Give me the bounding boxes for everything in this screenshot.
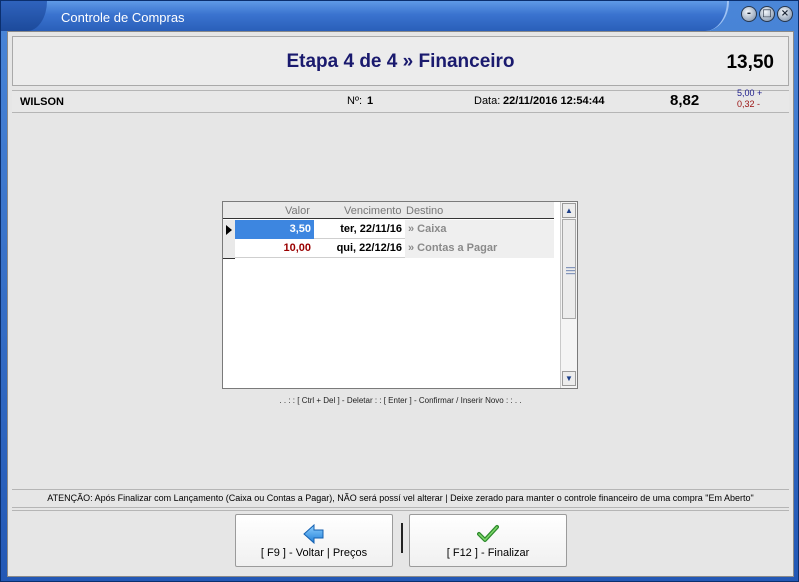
purchase-info-bar: WILSON Nº: 1 Data: 22/11/2016 12:54:44 8… (12, 88, 789, 113)
column-header-vencimento[interactable]: Vencimento (344, 205, 401, 217)
app-window: Controle de Compras - □ × Etapa 4 de 4 »… (0, 0, 799, 582)
grid-header: Valor Vencimento Destino (223, 202, 554, 219)
balance-value: 8,82 (670, 92, 700, 109)
date-label: Data: (474, 95, 501, 107)
finish-button[interactable]: [ F12 ] - Finalizar (409, 514, 567, 567)
finish-button-label: [ F12 ] - Finalizar (446, 547, 530, 559)
shortcut-hints: . . : : [ Ctrl + Del ] - Deletar : : [ E… (279, 396, 522, 405)
purchase-total: 13,50 (726, 52, 774, 73)
supplier-name: WILSON (20, 96, 64, 108)
close-button[interactable]: × (777, 6, 793, 22)
cell-valor[interactable]: 10,00 (235, 239, 314, 258)
check-icon (477, 525, 499, 542)
grip-icon: — — — (566, 262, 575, 278)
maximize-button[interactable]: □ (759, 6, 775, 22)
stage-header: Etapa 4 de 4 » Financeiro 13,50 (12, 36, 789, 86)
minus-value: 0,32 - (737, 99, 761, 109)
row-indicator (223, 239, 235, 258)
footer-actions: [ F9 ] - Voltar | Preços [ F12 ] - Final… (12, 510, 789, 572)
scroll-up-icon[interactable]: ▲ (562, 203, 576, 218)
date-value: 22/11/2016 12:54:44 (503, 95, 605, 107)
cell-destino[interactable]: » Caixa (405, 220, 554, 239)
minimize-button[interactable]: - (741, 6, 757, 22)
column-header-destino[interactable]: Destino (406, 205, 443, 217)
plus-value: 5,00 + (737, 88, 763, 98)
vertical-scrollbar[interactable]: ▲ — — — ▼ (560, 202, 577, 388)
scroll-thumb[interactable]: — — — (562, 219, 576, 319)
cell-destino[interactable]: » Contas a Pagar (405, 239, 554, 258)
button-separator (401, 523, 403, 553)
warning-message: ATENÇÃO: Após Finalizar com Lançamento (… (12, 489, 789, 508)
client-area: Etapa 4 de 4 » Financeiro 13,50 WILSON N… (7, 31, 794, 577)
stage-title: Etapa 4 de 4 » Financeiro (286, 51, 515, 72)
back-button[interactable]: [ F9 ] - Voltar | Preços (235, 514, 393, 567)
financial-grid[interactable]: Valor Vencimento Destino 3,50 ter, 22/11… (222, 201, 578, 389)
scroll-down-icon[interactable]: ▼ (562, 371, 576, 386)
cell-vencimento[interactable]: qui, 22/12/16 (314, 239, 404, 258)
title-bar[interactable]: Controle de Compras - □ × (1, 1, 799, 31)
numero-label: Nº: (347, 95, 363, 107)
window-title: Controle de Compras (61, 10, 185, 25)
current-row-arrow-icon (226, 225, 232, 235)
row-indicator (223, 220, 235, 239)
cell-vencimento[interactable]: ter, 22/11/16 (314, 220, 404, 239)
arrow-left-icon (303, 524, 324, 544)
cell-valor[interactable]: 3,50 (235, 220, 314, 239)
table-row[interactable]: 3,50 ter, 22/11/16 » Caixa (223, 220, 554, 239)
row-divider (223, 258, 235, 259)
back-button-label: [ F9 ] - Voltar | Preços (260, 547, 368, 559)
column-header-valor[interactable]: Valor (285, 205, 310, 217)
table-row[interactable]: 10,00 qui, 22/12/16 » Contas a Pagar (223, 239, 554, 258)
numero-value: 1 (367, 95, 374, 107)
